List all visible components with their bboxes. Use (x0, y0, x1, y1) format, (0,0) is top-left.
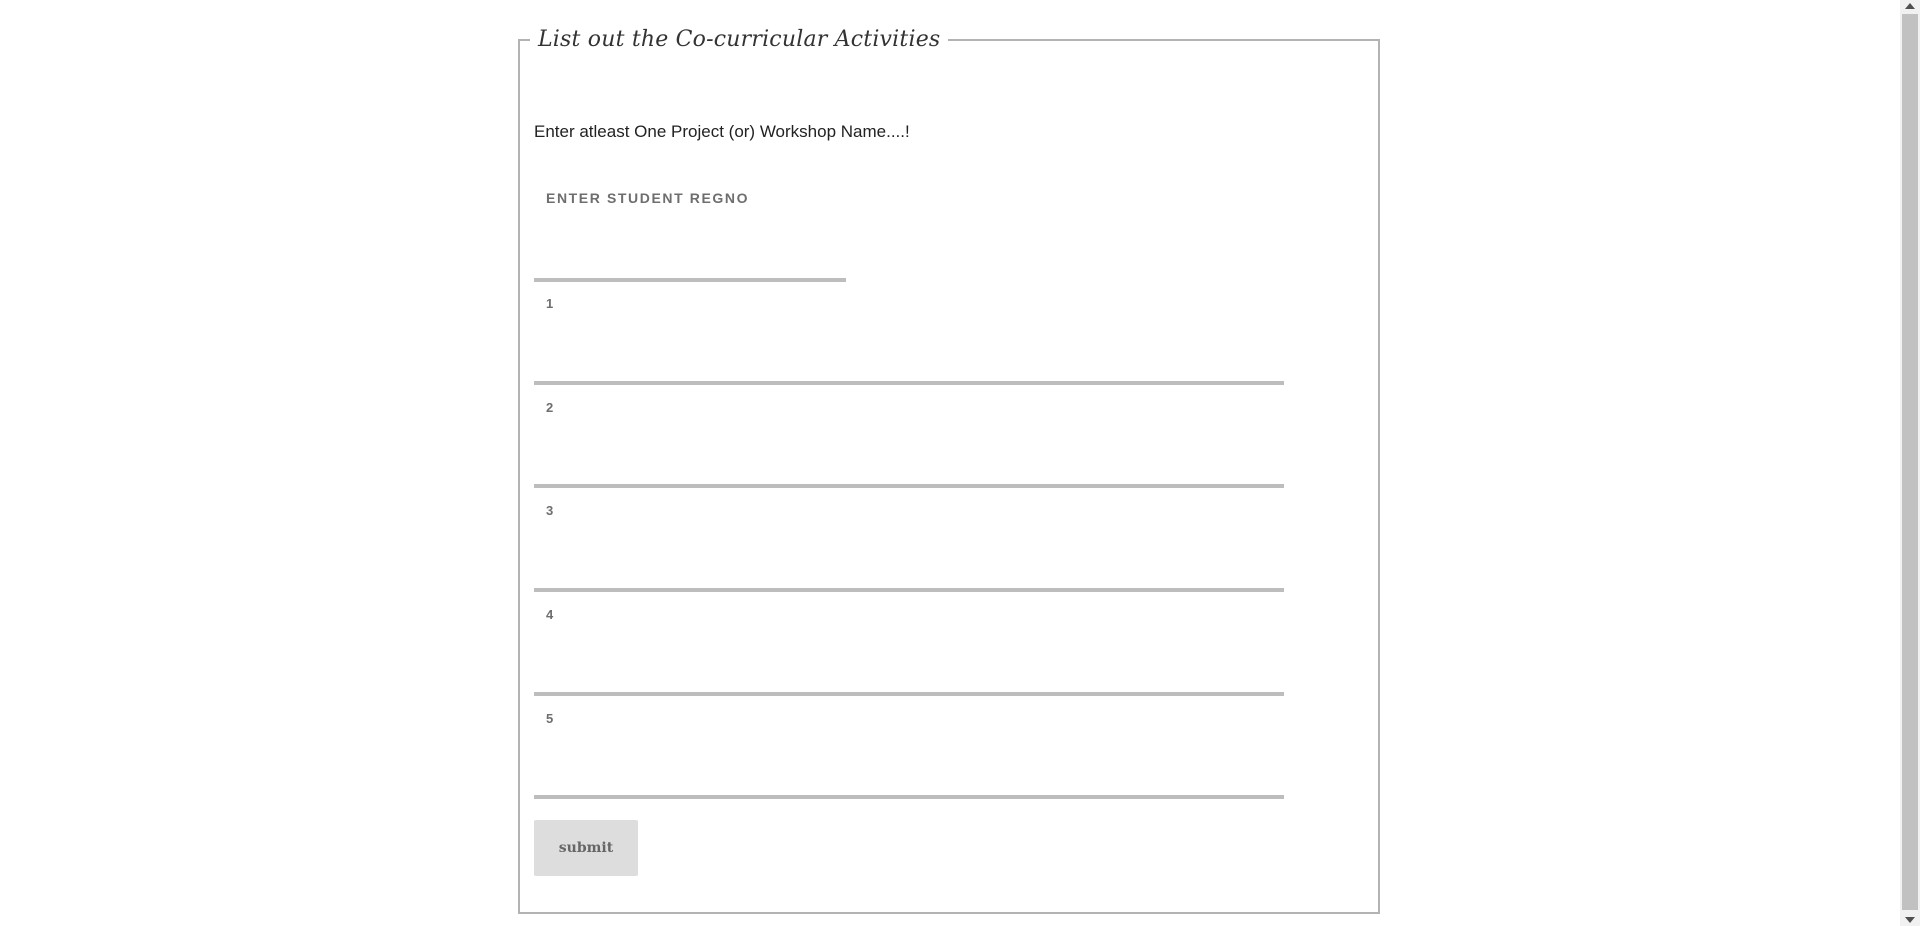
submit-button[interactable]: submit (534, 820, 638, 876)
activity-label-1: 1 (546, 296, 554, 311)
activity-label-4: 4 (546, 607, 554, 622)
form-legend: List out the Co-curricular Activities (538, 27, 941, 52)
activity-label-5: 5 (546, 711, 554, 726)
activity-input-5[interactable] (534, 771, 1284, 799)
activities-form: List out the Co-curricular Activities En… (518, 27, 1380, 914)
regno-input[interactable] (534, 254, 846, 282)
form-instruction: Enter atleast One Project (or) Workshop … (534, 122, 910, 141)
scroll-down-arrow-icon[interactable] (1905, 917, 1915, 923)
vertical-scrollbar[interactable] (1900, 0, 1920, 926)
regno-label: ENTER STUDENT REGNO (546, 190, 750, 206)
activity-input-2[interactable] (534, 460, 1284, 488)
activity-input-1[interactable] (534, 357, 1284, 385)
activity-input-3[interactable] (534, 564, 1284, 592)
scrollbar-thumb[interactable] (1902, 14, 1918, 910)
activity-label-3: 3 (546, 503, 554, 518)
page: List out the Co-curricular Activities En… (0, 0, 1920, 926)
activity-label-2: 2 (546, 400, 554, 415)
activity-input-4[interactable] (534, 668, 1284, 696)
scroll-up-arrow-icon[interactable] (1905, 3, 1915, 9)
